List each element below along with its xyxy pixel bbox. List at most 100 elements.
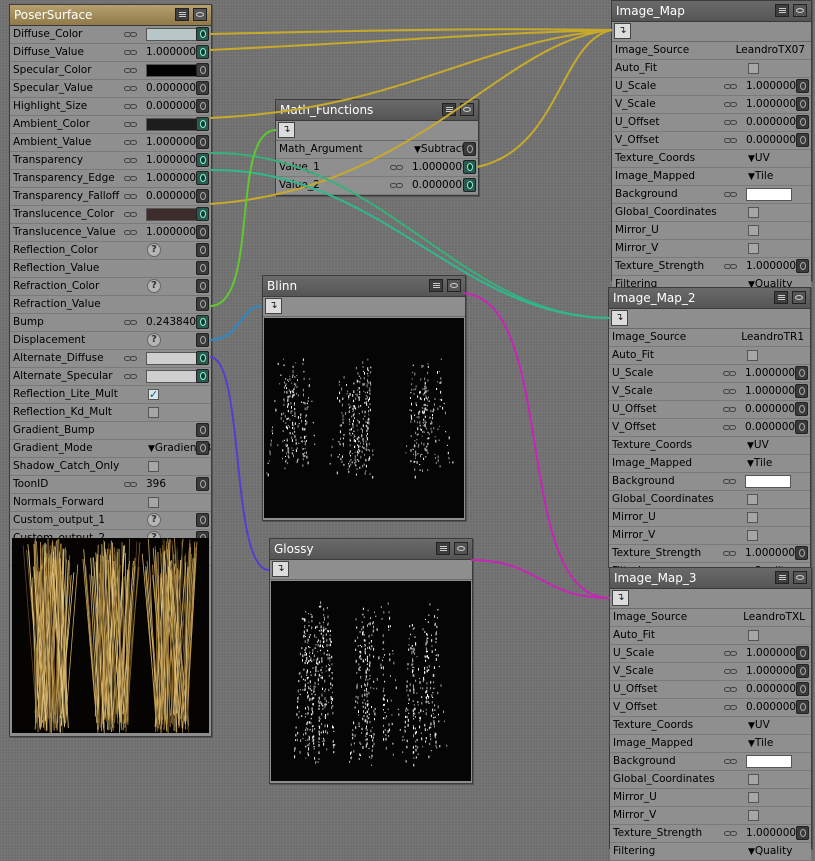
property-value-field[interactable]: 1.000000 xyxy=(746,78,796,95)
property-row[interactable]: Translucence_Color xyxy=(10,206,211,224)
image-source-field[interactable]: LeandroTR1 xyxy=(741,329,804,346)
dropdown-select[interactable]: ▼Tile xyxy=(748,168,773,186)
dropdown-select[interactable]: ▼Subtract xyxy=(414,141,466,159)
wire-image-map-3-glossy[interactable] xyxy=(471,560,610,598)
input-port-icon[interactable] xyxy=(196,225,209,239)
dropdown-select[interactable]: ▼UV xyxy=(747,437,769,455)
property-value-field[interactable]: 1.000000 xyxy=(412,159,462,176)
input-port-icon[interactable] xyxy=(196,153,209,167)
checkbox[interactable] xyxy=(148,407,159,418)
property-row[interactable]: Translucence_Value1.000000 xyxy=(10,224,211,242)
chain-link-icon[interactable] xyxy=(723,479,737,484)
property-row[interactable]: Reflection_Value xyxy=(10,260,211,278)
input-port-icon[interactable] xyxy=(196,45,209,59)
property-row[interactable]: Reflection_Lite_Mult xyxy=(10,386,211,404)
property-value-field[interactable]: 0.000000 xyxy=(412,177,462,194)
menu-icon[interactable] xyxy=(775,571,789,584)
property-value-field[interactable]: 1.000000 xyxy=(745,545,795,562)
property-value-field[interactable]: 1.000000 xyxy=(745,365,795,382)
property-row[interactable]: Mirror_V xyxy=(609,527,810,545)
image-source-field[interactable]: LeandroTX07 xyxy=(736,42,805,59)
property-value-field[interactable]: 0.243840 xyxy=(146,314,196,331)
tool-arrow-icon[interactable]: ↴ xyxy=(611,310,628,326)
image-map-title-bar[interactable]: Image_Map xyxy=(612,1,811,22)
input-port-icon[interactable] xyxy=(196,243,209,257)
property-row[interactable]: Custom_output_1? xyxy=(10,512,211,530)
property-value-field[interactable]: 1.000000 xyxy=(746,663,796,680)
property-row[interactable]: U_Scale1.000000 xyxy=(610,645,811,663)
eye-icon[interactable] xyxy=(793,4,807,17)
chain-link-icon[interactable] xyxy=(723,371,737,376)
property-row[interactable]: U_Scale1.000000 xyxy=(609,365,810,383)
property-value-field[interactable]: 1.000000 xyxy=(146,224,196,241)
wire-image-map-diffuse-color[interactable] xyxy=(210,29,612,34)
property-row[interactable]: Global_Coordinates xyxy=(610,771,811,789)
property-row[interactable]: Alternate_Specular xyxy=(10,368,211,386)
property-row[interactable]: Auto_Fit xyxy=(610,627,811,645)
image-map-3-title-bar[interactable]: Image_Map_3 xyxy=(610,568,811,589)
image-map-2-node[interactable]: Image_Map_2 ↴ Image_SourceLeandroTR1Auto… xyxy=(608,287,811,568)
checkbox[interactable] xyxy=(748,810,759,821)
property-row[interactable]: Shadow_Catch_Only xyxy=(10,458,211,476)
property-row[interactable]: Value_20.000000 xyxy=(276,177,478,195)
property-row[interactable]: Value_11.000000 xyxy=(276,159,478,177)
chain-link-icon[interactable] xyxy=(723,389,737,394)
checkbox[interactable] xyxy=(747,494,758,505)
wire-glossy-alternate-specular[interactable] xyxy=(210,357,269,570)
eye-icon[interactable] xyxy=(447,279,461,292)
tool-arrow-icon[interactable]: ↴ xyxy=(278,122,295,138)
property-row[interactable]: Texture_Strength1.000000 xyxy=(610,825,811,843)
input-port-icon[interactable] xyxy=(196,63,209,77)
input-port-icon[interactable] xyxy=(196,513,209,527)
property-row[interactable]: Mirror_U xyxy=(612,222,811,240)
chain-link-icon[interactable] xyxy=(723,551,737,556)
color-swatch[interactable] xyxy=(746,188,792,201)
input-port-icon[interactable] xyxy=(196,27,209,41)
input-port-icon[interactable] xyxy=(795,402,808,416)
property-row[interactable]: V_Scale1.000000 xyxy=(609,383,810,401)
property-row[interactable]: ToonID396 xyxy=(10,476,211,494)
wire-image-map-diffuse-value[interactable] xyxy=(210,30,612,50)
checkbox[interactable] xyxy=(748,225,759,236)
chain-link-icon[interactable] xyxy=(724,651,738,656)
eye-icon[interactable] xyxy=(193,8,207,21)
checkbox[interactable] xyxy=(747,350,758,361)
checkbox[interactable] xyxy=(747,512,758,523)
property-row[interactable]: V_Offset0.000000 xyxy=(609,419,810,437)
image-map-node[interactable]: Image_Map ↴ Image_SourceLeandroTX07Auto_… xyxy=(611,0,812,281)
dropdown-select[interactable]: ▼UV xyxy=(748,150,770,168)
input-port-icon[interactable] xyxy=(196,369,209,383)
chain-link-icon[interactable] xyxy=(724,192,738,197)
input-port-icon[interactable] xyxy=(796,682,809,696)
property-row[interactable]: Image_Mapped▼Tile xyxy=(609,455,810,473)
eye-icon[interactable] xyxy=(454,542,468,555)
property-row[interactable]: Auto_Fit xyxy=(612,60,811,78)
property-row[interactable]: Image_SourceLeandroTX07 xyxy=(612,42,811,60)
checkbox[interactable] xyxy=(748,792,759,803)
input-port-icon[interactable] xyxy=(795,546,808,560)
property-row[interactable]: Mirror_V xyxy=(612,240,811,258)
property-value-field[interactable]: 1.000000 xyxy=(746,645,796,662)
input-port-icon[interactable] xyxy=(796,133,809,147)
chain-link-icon[interactable] xyxy=(724,705,738,710)
blinn-node[interactable]: Blinn ↴ xyxy=(262,275,466,521)
chain-link-icon[interactable] xyxy=(124,122,138,127)
property-value-field[interactable]: 1.000000 xyxy=(746,96,796,113)
input-port-icon[interactable] xyxy=(196,441,209,455)
property-value-field[interactable]: 0.000000 xyxy=(146,188,196,205)
menu-icon[interactable] xyxy=(436,542,450,555)
color-swatch[interactable] xyxy=(146,370,200,383)
property-row[interactable]: Displacement? xyxy=(10,332,211,350)
chain-link-icon[interactable] xyxy=(124,194,138,199)
image-map-3-node[interactable]: Image_Map_3 ↴ Image_SourceLeandroTXLAuto… xyxy=(609,567,812,849)
tool-arrow-icon[interactable]: ↴ xyxy=(265,298,282,314)
property-row[interactable]: Texture_Coords▼UV xyxy=(612,150,811,168)
property-row[interactable]: Normals_Forward xyxy=(10,494,211,512)
property-row[interactable]: Texture_Strength1.000000 xyxy=(609,545,810,563)
chain-link-icon[interactable] xyxy=(124,158,138,163)
input-port-icon[interactable] xyxy=(196,171,209,185)
checkbox[interactable] xyxy=(747,530,758,541)
property-row[interactable]: Auto_Fit xyxy=(609,347,810,365)
chain-link-icon[interactable] xyxy=(124,32,138,37)
color-swatch[interactable] xyxy=(745,475,791,488)
